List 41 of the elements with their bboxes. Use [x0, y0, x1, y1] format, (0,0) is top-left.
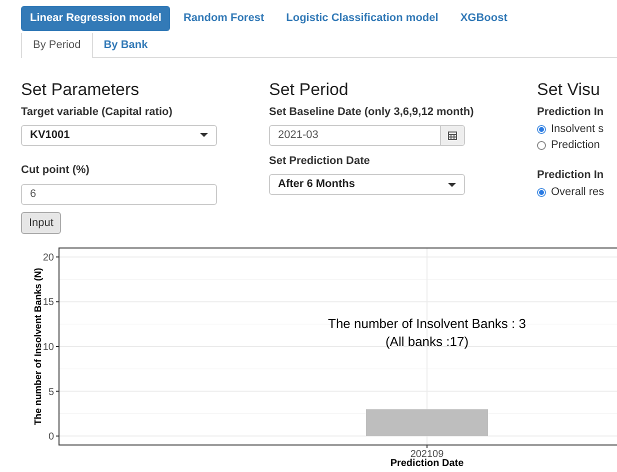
y-axis-title: The number of Insolvent Banks (N) — [33, 268, 44, 426]
view-tab[interactable]: By Bank — [92, 33, 159, 58]
y-tick-label: 10 — [42, 342, 54, 353]
radio-option[interactable]: Overall res — [537, 185, 604, 199]
target-select[interactable]: KV1001 — [21, 124, 217, 146]
y-tick — [56, 256, 60, 258]
prediction-date-select[interactable]: After 6 Months — [269, 174, 465, 195]
annotation-text: (All banks :17) — [385, 334, 469, 349]
caret-icon — [200, 133, 208, 137]
y-tick-label: 20 — [42, 252, 54, 264]
y-tick — [56, 301, 60, 302]
section-heading: Set Parameters — [21, 80, 140, 100]
x-tick-label: 202109 — [410, 449, 444, 460]
y-tick — [56, 390, 60, 392]
field-label: Set Baseline Date (only 3,6,9,12 month) — [269, 105, 475, 120]
field-label: Set Prediction Date — [269, 154, 371, 168]
radio-group-label: Prediction In — [537, 105, 604, 120]
x-axis-title: Prediction Date — [390, 458, 464, 466]
input-button[interactable]: Input — [21, 212, 62, 234]
model-tab[interactable]: Linear Regression model — [21, 6, 170, 31]
y-tick-label: 15 — [42, 297, 54, 308]
field-label: Target variable (Capital ratio) — [21, 105, 174, 120]
section-heading: Set Period — [269, 80, 350, 100]
radio-option[interactable]: Insolvent s — [537, 122, 604, 136]
radio-group-label: Prediction In — [537, 168, 604, 182]
radio-option[interactable]: Prediction — [537, 138, 600, 152]
caret-icon — [448, 182, 456, 186]
y-tick-label: 5 — [48, 386, 54, 398]
y-tick-label: 0 — [48, 432, 54, 443]
model-tab[interactable]: Random Forest — [174, 6, 274, 31]
section-heading: Set Visu — [537, 80, 600, 100]
y-tick — [56, 436, 60, 437]
model-tab[interactable]: Logistic Classification model — [277, 6, 448, 31]
y-tick — [56, 346, 60, 347]
cut-point-field[interactable]: 6 — [21, 184, 217, 205]
calendar-icon — [448, 130, 457, 140]
field-label: Cut point (%) — [21, 162, 90, 178]
view-tab[interactable]: By Period — [21, 33, 93, 58]
baseline-date-field[interactable]: 2021-03 — [269, 124, 465, 146]
model-tab[interactable]: XGBoost — [451, 6, 516, 31]
annotation-text: The number of Insolvent Banks : 3 — [328, 316, 526, 331]
